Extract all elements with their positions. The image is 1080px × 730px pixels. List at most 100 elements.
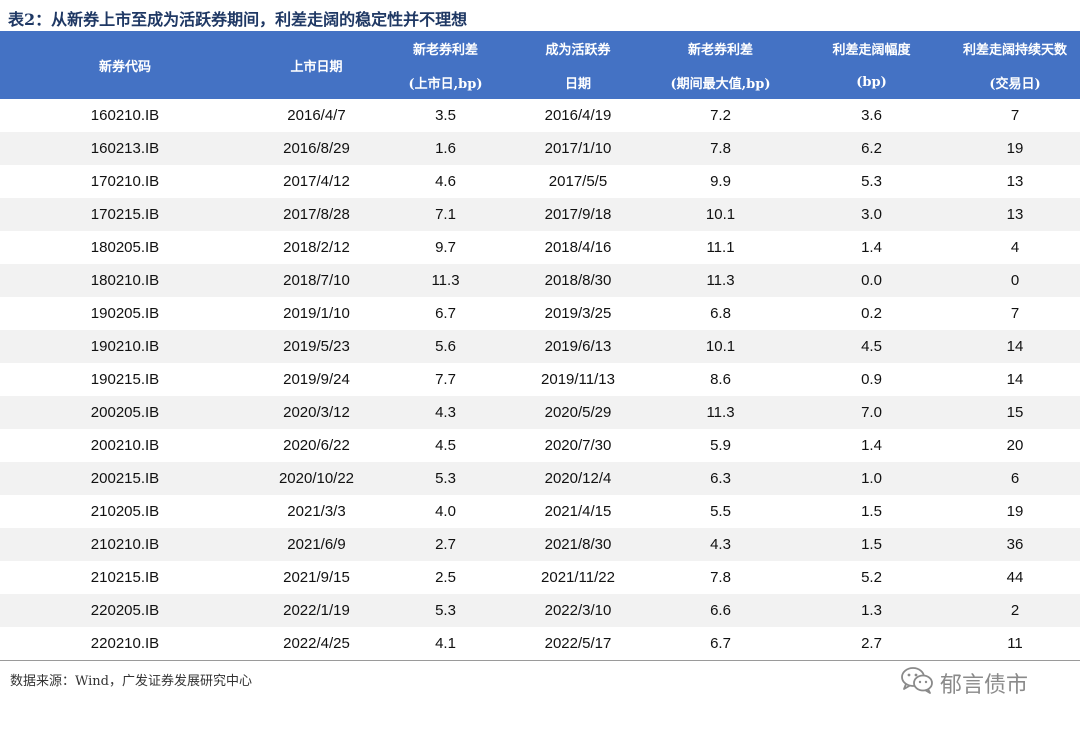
cell-spread-max: 6.7 xyxy=(648,627,793,661)
cell-active-date: 2016/4/19 xyxy=(544,107,612,124)
cell-widening: 6.2 xyxy=(793,132,950,165)
cell-active-date: 2019/3/25 xyxy=(544,305,612,322)
table-row: 200215.IB 2020/10/22 5.3 2020/12/4 6.3 1.0 6 xyxy=(0,462,1080,495)
table-row: 180205.IB 2018/2/12 9.7 2018/4/16 11.1 1.4 4 xyxy=(0,231,1080,264)
cell-widening: 1.5 xyxy=(793,528,950,561)
table-body: 160210.IB 2016/4/7 3.5 2016/4/19 7.2 3.6 7 1602… xyxy=(0,99,1080,661)
cell-duration: 13 xyxy=(950,198,1080,231)
table-row: 200210.IB 2020/6/22 4.5 2020/7/30 5.9 1.4 20 xyxy=(0,429,1080,462)
cell-bond-code: 180210.IB xyxy=(0,264,250,297)
cell-bond-code: 190205.IB xyxy=(90,305,160,322)
table-row: 190205.IB 2019/1/10 6.7 2019/3/25 6.8 0.2 7 xyxy=(0,297,1080,330)
cell-spread-max: 7.2 xyxy=(710,107,731,124)
header-spread-max-unit: (期间最大值,bp) xyxy=(648,65,793,99)
cell-duration: 19 xyxy=(1006,503,1024,520)
cell-widening: 1.3 xyxy=(793,594,950,627)
cell-spread-listing: 5.3 xyxy=(383,594,508,627)
header-widening-unit: (bp) xyxy=(793,65,950,99)
cell-active-date: 2018/4/16 xyxy=(544,239,612,256)
cell-active-date: 2021/8/30 xyxy=(508,528,648,561)
cell-active-date: 2021/11/22 xyxy=(541,569,615,586)
spread-table: 新券代码 上市日期 新老券利差 成为活跃券 新老券利差 利差走阔幅度 利差走阔持… xyxy=(0,31,1080,661)
cell-spread-max: 8.6 xyxy=(710,371,731,388)
cell-spread-listing: 2.5 xyxy=(435,569,456,586)
cell-duration: 7 xyxy=(1010,107,1020,124)
cell-duration: 6 xyxy=(950,462,1080,495)
cell-bond-code: 190210.IB xyxy=(0,330,250,363)
cell-spread-listing: 4.6 xyxy=(435,173,456,190)
cell-duration: 14 xyxy=(950,330,1080,363)
cell-spread-listing: 5.3 xyxy=(383,462,508,495)
table-row: 220210.IB 2022/4/25 4.1 2022/5/17 6.7 2.7 11 xyxy=(0,627,1080,661)
cell-listing-date: 2020/10/22 xyxy=(250,462,383,495)
table-row: 170210.IB 2017/4/12 4.6 2017/5/5 9.9 5.3 13 xyxy=(0,165,1080,198)
cell-bond-code: 160213.IB xyxy=(0,132,250,165)
watermark-text: 郁言债市 xyxy=(940,673,1029,698)
table-row: 170215.IB 2017/8/28 7.1 2017/9/18 10.1 3.0 13 xyxy=(0,198,1080,231)
cell-widening: 1.4 xyxy=(861,437,882,454)
cell-spread-listing: 3.5 xyxy=(435,107,456,124)
cell-spread-max: 9.9 xyxy=(710,173,731,190)
cell-duration: 0 xyxy=(950,264,1080,297)
cell-listing-date: 2019/1/10 xyxy=(283,305,350,322)
cell-spread-listing: 4.3 xyxy=(383,396,508,429)
cell-widening: 1.5 xyxy=(861,503,882,520)
header-duration: 利差走阔持续天数 xyxy=(950,31,1080,65)
header-row-1: 新券代码 上市日期 新老券利差 成为活跃券 新老券利差 利差走阔幅度 利差走阔持… xyxy=(0,31,1080,99)
cell-duration: 36 xyxy=(950,528,1080,561)
cell-listing-date: 2020/3/12 xyxy=(250,396,383,429)
table-row: 180210.IB 2018/7/10 11.3 2018/8/30 11.3 0.0 0 xyxy=(0,264,1080,297)
cell-widening: 5.3 xyxy=(861,173,882,190)
cell-duration: 44 xyxy=(1006,569,1024,586)
header-duration-unit: (交易日) xyxy=(950,65,1080,99)
cell-spread-listing: 7.7 xyxy=(435,371,456,388)
cell-duration: 13 xyxy=(1006,173,1024,190)
cell-listing-date: 2019/9/24 xyxy=(283,371,350,388)
cell-spread-max: 6.8 xyxy=(710,305,731,322)
cell-listing-date: 2016/8/29 xyxy=(250,132,383,165)
cell-duration: 4 xyxy=(1010,239,1020,256)
cell-widening: 1.0 xyxy=(793,462,950,495)
cell-duration: 20 xyxy=(1006,437,1024,454)
cell-spread-listing: 1.6 xyxy=(383,132,508,165)
cell-listing-date: 2017/4/12 xyxy=(283,173,350,190)
cell-widening: 5.2 xyxy=(861,569,882,586)
table-row: 160213.IB 2016/8/29 1.6 2017/1/10 7.8 6.2 19 xyxy=(0,132,1080,165)
table-row: 190210.IB 2019/5/23 5.6 2019/6/13 10.1 4.5 14 xyxy=(0,330,1080,363)
cell-spread-max: 11.3 xyxy=(648,396,793,429)
cell-widening: 1.4 xyxy=(861,239,882,256)
cell-widening: 0.9 xyxy=(861,371,882,388)
cell-widening: 7.0 xyxy=(793,396,950,429)
cell-spread-max: 10.1 xyxy=(648,330,793,363)
cell-listing-date: 2018/7/10 xyxy=(250,264,383,297)
cell-spread-max: 11.3 xyxy=(648,264,793,297)
cell-spread-listing: 4.5 xyxy=(435,437,456,454)
header-bond-code: 新券代码 xyxy=(0,31,250,99)
cell-listing-date: 2016/4/7 xyxy=(287,107,346,124)
cell-widening: 3.0 xyxy=(793,198,950,231)
table-title: 表2：从新券上市至成为活跃券期间，利差走阔的稳定性并不理想 xyxy=(8,10,468,29)
cell-spread-listing: 6.7 xyxy=(435,305,456,322)
cell-spread-listing: 9.7 xyxy=(435,239,456,256)
cell-active-date: 2020/5/29 xyxy=(508,396,648,429)
cell-spread-max: 5.5 xyxy=(710,503,731,520)
cell-spread-max: 4.3 xyxy=(648,528,793,561)
cell-spread-max: 6.3 xyxy=(648,462,793,495)
wechat-icon xyxy=(900,666,934,700)
table-row: 200205.IB 2020/3/12 4.3 2020/5/29 11.3 7.0 15 xyxy=(0,396,1080,429)
table-row: 210205.IB 2021/3/3 4.0 2021/4/15 5.5 1.5 19 xyxy=(0,495,1080,528)
table-row: 210210.IB 2021/6/9 2.7 2021/8/30 4.3 1.5 36 xyxy=(0,528,1080,561)
cell-active-date: 2017/9/18 xyxy=(508,198,648,231)
table-row: 220205.IB 2022/1/19 5.3 2022/3/10 6.6 1.3 2 xyxy=(0,594,1080,627)
cell-spread-listing: 5.6 xyxy=(383,330,508,363)
cell-duration: 11 xyxy=(950,627,1080,661)
cell-widening: 3.6 xyxy=(861,107,882,124)
header-spread-listing: 新老券利差 xyxy=(383,31,508,65)
cell-bond-code: 160210.IB xyxy=(90,107,160,124)
cell-bond-code: 220205.IB xyxy=(0,594,250,627)
cell-active-date: 2020/7/30 xyxy=(544,437,612,454)
cell-spread-listing: 7.1 xyxy=(383,198,508,231)
cell-listing-date: 2021/9/15 xyxy=(283,569,350,586)
cell-listing-date: 2018/2/12 xyxy=(283,239,350,256)
cell-listing-date: 2020/6/22 xyxy=(283,437,350,454)
